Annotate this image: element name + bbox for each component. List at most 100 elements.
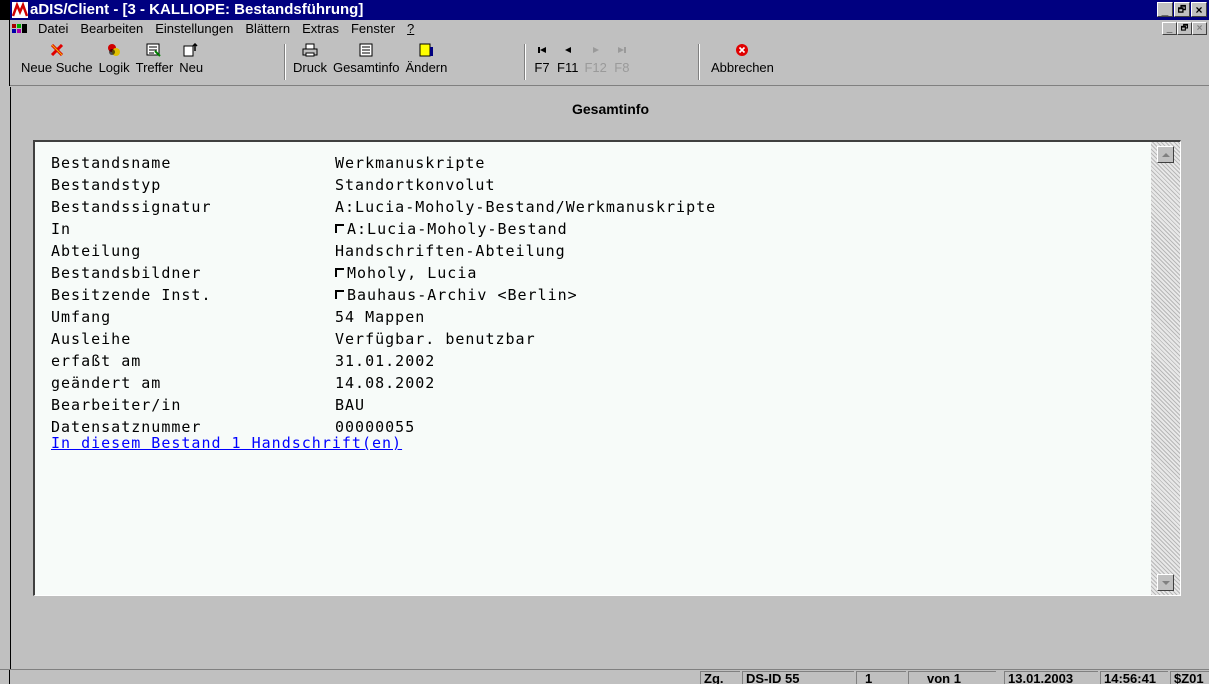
abbrechen-label: Abbrechen [711, 60, 774, 75]
field-label: Bestandstyp [51, 176, 162, 194]
neue-suche-button[interactable]: Neue Suche [18, 42, 96, 82]
gesamtinfo-label: Gesamtinfo [332, 60, 400, 75]
field-label: Bestandsbildner [51, 264, 202, 282]
field-value: 14.08.2002 [335, 374, 435, 392]
f11-label: F11 [557, 60, 579, 75]
main-area: Gesamtinfo Bestandsname Werkmanuskripte Be… [10, 87, 1209, 669]
mdi-minimize-button[interactable]: _ [1162, 22, 1177, 35]
previous-record-icon [559, 42, 577, 58]
menu-extras[interactable]: Extras [296, 21, 345, 37]
next-record-button[interactable]: F12 [581, 42, 609, 82]
status-code: $Z01 [1170, 671, 1209, 684]
field-label: Bestandsname [51, 154, 172, 172]
field-value: Werkmanuskripte [335, 154, 485, 172]
neu-button[interactable]: Neu [176, 42, 206, 82]
close-button[interactable]: × [1191, 2, 1207, 17]
field-value-text: A:Lucia-Moholy-Bestand/Werkmanuskripte [335, 198, 717, 216]
document-menu-icon[interactable] [12, 23, 28, 35]
field-value-text: 31.01.2002 [335, 352, 436, 370]
aendern-button[interactable]: Ändern [402, 42, 450, 82]
menu-blaettern[interactable]: Blättern [239, 21, 296, 37]
menu-fenster[interactable]: Fenster [345, 21, 401, 37]
minimize-button[interactable]: _ [1157, 2, 1173, 17]
app-logo-icon[interactable] [12, 2, 28, 18]
f7-label: F7 [534, 60, 550, 75]
field-label: Bestandssignatur [51, 198, 212, 216]
x-mark-icon [48, 42, 66, 58]
mdi-restore-button[interactable]: 🗗 [1177, 22, 1192, 35]
info-document-icon [357, 42, 375, 58]
status-bar-edge [0, 670, 10, 684]
druck-button[interactable]: Druck [290, 42, 330, 82]
toolbar-separator [524, 44, 526, 80]
f8-label: F8 [614, 60, 630, 75]
edit-icon [417, 42, 435, 58]
first-record-icon [533, 42, 551, 58]
field-value-text: Standortkonvolut [335, 176, 496, 194]
field-value: Standortkonvolut [335, 176, 496, 194]
field-value-link[interactable]: A:Lucia-Moholy-Bestand [335, 220, 568, 238]
status-ds-id: DS-ID 55 [742, 671, 854, 684]
reference-marker-icon[interactable] [335, 268, 344, 277]
field-value-link[interactable]: Moholy, Lucia [335, 264, 477, 282]
gesamtinfo-button[interactable]: Gesamtinfo [330, 42, 402, 82]
aendern-label: Ändern [405, 60, 448, 75]
status-time: 14:56:41 [1100, 671, 1168, 684]
menu-bar-edge [0, 20, 10, 38]
handschriften-link[interactable]: In diesem Bestand 1 Handschrift(en) [51, 434, 402, 452]
toolbar: Neue Suche Logik Treffer Neu Druck Gesam… [0, 38, 1209, 86]
printer-icon [301, 42, 319, 58]
reference-marker-icon[interactable] [335, 224, 344, 233]
first-record-button[interactable]: F7 [530, 42, 554, 82]
vertical-scrollbar[interactable] [1151, 142, 1180, 595]
field-value-text: Handschriften-Abteilung [335, 242, 566, 260]
status-zg: Zg. [700, 671, 740, 684]
previous-record-button[interactable]: F11 [554, 42, 581, 82]
field-label: Ausleihe [51, 330, 132, 348]
restore-button[interactable]: 🗗 [1174, 2, 1190, 17]
arrow-down-icon [1161, 580, 1170, 585]
status-record-count: von 1 [908, 671, 996, 684]
treffer-button[interactable]: Treffer [133, 42, 177, 82]
reference-marker-icon[interactable] [335, 290, 344, 299]
field-value: Verfügbar. benutzbar [335, 330, 536, 348]
field-value: BAU [335, 396, 365, 414]
record-panel: Bestandsname Werkmanuskripte Bestandstyp St… [33, 140, 1181, 596]
window-title: aDIS/Client - [3 - KALLIOPE: Bestandsfüh… [30, 1, 364, 18]
field-label: Besitzende Inst. [51, 286, 212, 304]
scroll-up-button[interactable] [1157, 146, 1174, 163]
menu-bearbeiten[interactable]: Bearbeiten [74, 21, 149, 37]
field-value-text: Verfügbar. benutzbar [335, 330, 536, 348]
field-value: A:Lucia-Moholy-Bestand/Werkmanuskripte [335, 198, 716, 216]
druck-label: Druck [293, 60, 327, 75]
mdi-close-button[interactable]: × [1192, 22, 1207, 35]
title-bar: aDIS/Client - [3 - KALLIOPE: Bestandsfüh… [0, 0, 1209, 20]
field-value: 54 Mappen [335, 308, 425, 326]
hits-icon [145, 42, 163, 58]
next-record-icon [587, 42, 605, 58]
page-title: Gesamtinfo [571, 101, 649, 117]
field-value-text: 54 Mappen [335, 308, 426, 326]
logik-button[interactable]: Logik [96, 42, 133, 82]
title-bar-edge [0, 0, 10, 20]
field-value: Handschriften-Abteilung [335, 242, 566, 260]
arrow-up-icon [1161, 152, 1170, 157]
menu-datei[interactable]: Datei [32, 21, 74, 37]
record-content: Bestandsname Werkmanuskripte Bestandstyp St… [35, 142, 1151, 595]
menu-einstellungen[interactable]: Einstellungen [149, 21, 239, 37]
toolbar-separator [698, 44, 700, 80]
new-document-icon [182, 42, 200, 58]
menu-help[interactable]: ? [401, 21, 420, 37]
abbrechen-button[interactable]: Abbrechen [708, 42, 777, 82]
f12-label: F12 [584, 60, 607, 75]
toolbar-separator [284, 44, 286, 80]
scroll-down-button[interactable] [1157, 574, 1174, 591]
field-label: Umfang [51, 308, 112, 326]
field-label: In [51, 220, 72, 238]
last-record-button[interactable]: F8 [610, 42, 634, 82]
logic-circles-icon [105, 42, 123, 58]
treffer-label: Treffer [135, 60, 174, 75]
status-date: 13.01.2003 [1004, 671, 1098, 684]
neue-suche-label: Neue Suche [21, 60, 93, 75]
field-value-link[interactable]: Bauhaus-Archiv <Berlin> [335, 286, 578, 304]
